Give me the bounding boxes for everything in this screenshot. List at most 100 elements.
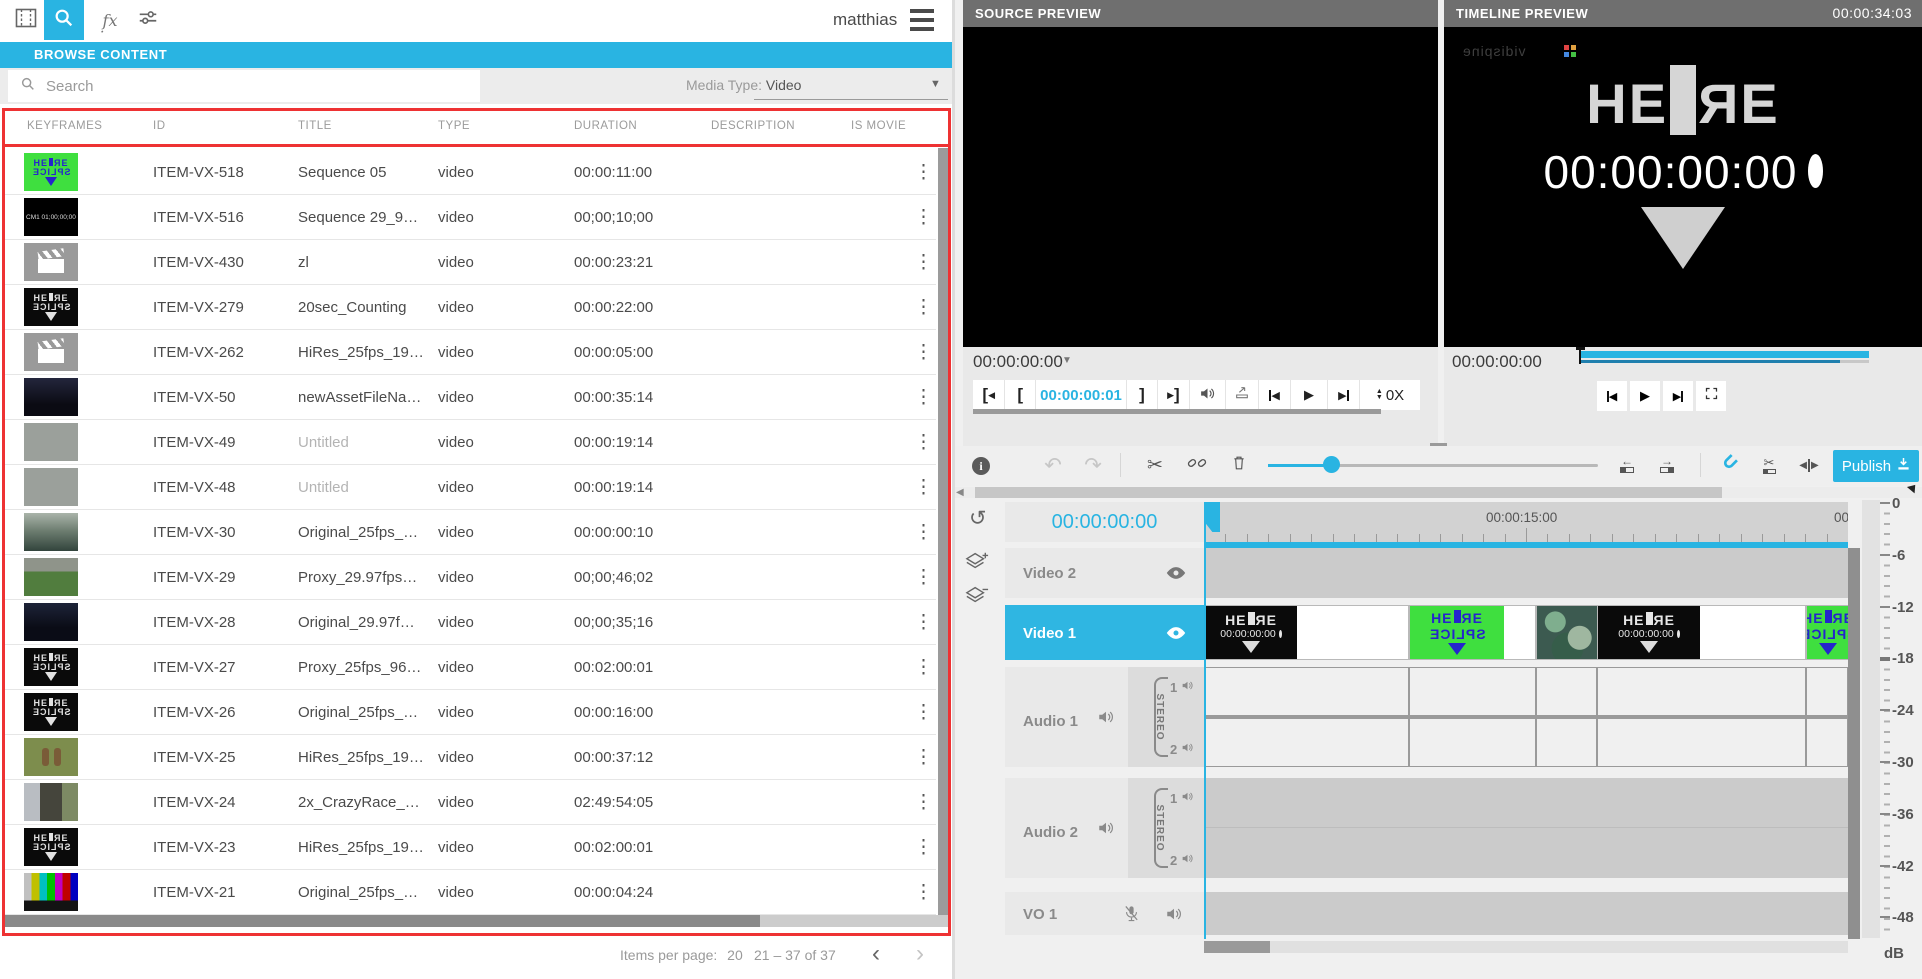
row-menu-button[interactable]: ⋮ bbox=[914, 341, 933, 364]
export-frame-button[interactable] bbox=[1226, 380, 1258, 410]
table-row[interactable]: ITEM-VX-262HiRes_25fps_19…video00:00:05:… bbox=[2, 330, 936, 375]
keyframe-thumbnail[interactable] bbox=[24, 243, 78, 281]
table-horizontal-scrollbar[interactable] bbox=[2, 915, 948, 927]
goto-start-button[interactable]: ◀ bbox=[1597, 381, 1627, 411]
user-name[interactable]: matthias bbox=[833, 10, 897, 30]
table-row[interactable]: HEЯESPLICEITEM-VX-27Proxy_25fps_96…video… bbox=[2, 645, 936, 690]
row-menu-button[interactable]: ⋮ bbox=[914, 701, 933, 724]
track-header-audio-1[interactable]: Audio 1STEREO12 bbox=[1005, 667, 1204, 767]
fullscreen-button[interactable] bbox=[1696, 381, 1726, 411]
keyframe-thumbnail[interactable] bbox=[24, 783, 78, 821]
row-menu-button[interactable]: ⋮ bbox=[914, 206, 933, 229]
table-row[interactable]: ITEM-VX-25HiRes_25fps_19…video00:00:37:1… bbox=[2, 735, 936, 780]
table-row[interactable]: ITEM-VX-50newAssetFileNa…video00:00:35:1… bbox=[2, 375, 936, 420]
play-button[interactable]: ▶ bbox=[1630, 381, 1660, 411]
vo-record-toggle[interactable] bbox=[1123, 904, 1140, 928]
channel-1[interactable]: 1 bbox=[1170, 679, 1194, 695]
table-vertical-scrollbar[interactable] bbox=[938, 148, 948, 915]
track-header-audio-2[interactable]: Audio 2STEREO12 bbox=[1005, 778, 1204, 878]
undo-button[interactable]: ↶ bbox=[1040, 452, 1066, 478]
play-button[interactable]: ▶ bbox=[1291, 380, 1327, 410]
column-header-id[interactable]: ID bbox=[153, 120, 166, 132]
audio-clip[interactable] bbox=[1204, 718, 1409, 767]
audio-clip[interactable] bbox=[1536, 667, 1597, 716]
scrollbar-thumb[interactable] bbox=[2, 915, 760, 927]
mark-out-button[interactable]: ] bbox=[1127, 380, 1157, 410]
column-header-keyframes[interactable]: KEYFRAMES bbox=[27, 120, 102, 132]
keyframe-thumbnail[interactable] bbox=[24, 873, 78, 911]
track-lane-video-1[interactable]: HEЯE00:00:00:00 HEЯESPLICEHEЯE00:00:00:0… bbox=[1204, 605, 1848, 660]
row-menu-button[interactable]: ⋮ bbox=[914, 881, 933, 904]
video-clip[interactable]: HEЯESPLICE bbox=[1806, 605, 1848, 660]
keyframe-thumbnail[interactable] bbox=[24, 423, 78, 461]
table-row[interactable]: ITEM-VX-49Untitledvideo00:00:19:14⋮ bbox=[2, 420, 936, 465]
source-seek-scrollbar[interactable] bbox=[973, 409, 1381, 414]
add-track-button[interactable] bbox=[965, 550, 989, 577]
row-menu-button[interactable]: ⋮ bbox=[914, 476, 933, 499]
row-menu-button[interactable]: ⋮ bbox=[914, 296, 933, 319]
row-menu-button[interactable]: ⋮ bbox=[914, 791, 933, 814]
playhead-line[interactable] bbox=[1204, 502, 1206, 939]
audio-clip[interactable] bbox=[1597, 718, 1806, 767]
mark-in-timecode[interactable]: 00:00:00:01 bbox=[1036, 380, 1127, 410]
next-page-button[interactable]: › bbox=[916, 940, 924, 968]
column-header-description[interactable]: DESCRIPTION bbox=[711, 120, 795, 132]
previous-page-button[interactable]: ‹ bbox=[872, 940, 880, 968]
trim-tool-button[interactable]: ◀▶ bbox=[1796, 452, 1822, 478]
video-clip[interactable]: HEЯESPLICE bbox=[1409, 605, 1536, 660]
track-mute-toggle[interactable] bbox=[1097, 708, 1115, 731]
table-row[interactable]: HEЯESPLICEITEM-VX-26Original_25fps_…vide… bbox=[2, 690, 936, 735]
table-row[interactable]: HEЯESPLICEITEM-VX-518Sequence 05video00:… bbox=[2, 150, 936, 195]
info-button[interactable]: i bbox=[968, 453, 994, 479]
video-clip[interactable]: HEЯE00:00:00:00 bbox=[1204, 605, 1409, 660]
media-type-select[interactable]: Media Type: Video bbox=[686, 77, 801, 93]
keyframe-thumbnail[interactable]: HEЯESPLICE bbox=[24, 288, 78, 326]
keyframe-thumbnail[interactable] bbox=[24, 513, 78, 551]
previous-frame-button[interactable]: ◀ bbox=[1259, 380, 1291, 410]
playback-speed-control[interactable]: ▲▼ 0X bbox=[1360, 380, 1420, 410]
keyframe-thumbnail[interactable] bbox=[24, 738, 78, 776]
search-input[interactable]: Search bbox=[8, 70, 480, 102]
track-header-vo-1[interactable]: VO 1 bbox=[1005, 892, 1204, 935]
publish-button[interactable]: Publish bbox=[1833, 450, 1919, 482]
snapping-toggle-button[interactable] bbox=[1716, 452, 1742, 478]
keyframe-thumbnail[interactable] bbox=[24, 468, 78, 506]
audio-clip[interactable] bbox=[1409, 667, 1536, 716]
row-menu-button[interactable]: ⋮ bbox=[914, 611, 933, 634]
audio-clip[interactable] bbox=[1806, 667, 1848, 716]
row-menu-button[interactable]: ⋮ bbox=[914, 566, 933, 589]
effects-tab-button[interactable]: f̣x bbox=[90, 0, 130, 40]
items-per-page-value[interactable]: 20 bbox=[727, 947, 743, 963]
track-visibility-toggle[interactable] bbox=[1166, 566, 1186, 585]
track-lane-video-2[interactable] bbox=[1204, 548, 1848, 598]
keyframe-thumbnail[interactable] bbox=[24, 333, 78, 371]
keyframe-thumbnail[interactable] bbox=[24, 558, 78, 596]
video-clip[interactable] bbox=[1536, 605, 1597, 660]
row-menu-button[interactable]: ⋮ bbox=[914, 746, 933, 769]
column-header-is-movie[interactable]: IS MOVIE bbox=[851, 120, 906, 132]
table-row[interactable]: HEЯESPLICEITEM-VX-23HiRes_25fps_19…video… bbox=[2, 825, 936, 870]
row-menu-button[interactable]: ⋮ bbox=[914, 251, 933, 274]
row-menu-button[interactable]: ⋮ bbox=[914, 656, 933, 679]
track-visibility-toggle[interactable] bbox=[1166, 626, 1186, 645]
keyframe-thumbnail[interactable] bbox=[24, 603, 78, 641]
zoom-slider-knob[interactable] bbox=[1323, 456, 1340, 473]
source-preview-video[interactable] bbox=[963, 27, 1438, 347]
channel-1[interactable]: 1 bbox=[1170, 790, 1194, 806]
audio-clip[interactable] bbox=[1409, 718, 1536, 767]
chevron-down-icon[interactable]: ▼ bbox=[930, 78, 941, 90]
chevron-down-icon[interactable]: ▼ bbox=[1062, 355, 1072, 366]
playhead-marker[interactable] bbox=[1579, 347, 1581, 364]
audio-clip[interactable] bbox=[1536, 718, 1597, 767]
table-row[interactable]: HEЯESPLICEITEM-VX-27920sec_Countingvideo… bbox=[2, 285, 936, 330]
timeline-top-scrollbar[interactable] bbox=[955, 487, 1922, 498]
table-row[interactable]: ITEM-VX-21Original_25fps_…video00:00:04:… bbox=[2, 870, 936, 915]
track-lane-audio-1[interactable] bbox=[1204, 667, 1848, 767]
keyframe-thumbnail[interactable] bbox=[24, 378, 78, 416]
shift-clip-left-button[interactable]: ← bbox=[1614, 452, 1640, 478]
audio-clip[interactable] bbox=[1204, 667, 1409, 716]
shift-clip-right-button[interactable]: → bbox=[1654, 452, 1680, 478]
timeline-preview-video[interactable]: vidispine HEЯE 00:00:00:00 bbox=[1444, 27, 1922, 347]
row-menu-button[interactable]: ⋮ bbox=[914, 161, 933, 184]
library-tab-button[interactable] bbox=[6, 0, 46, 40]
